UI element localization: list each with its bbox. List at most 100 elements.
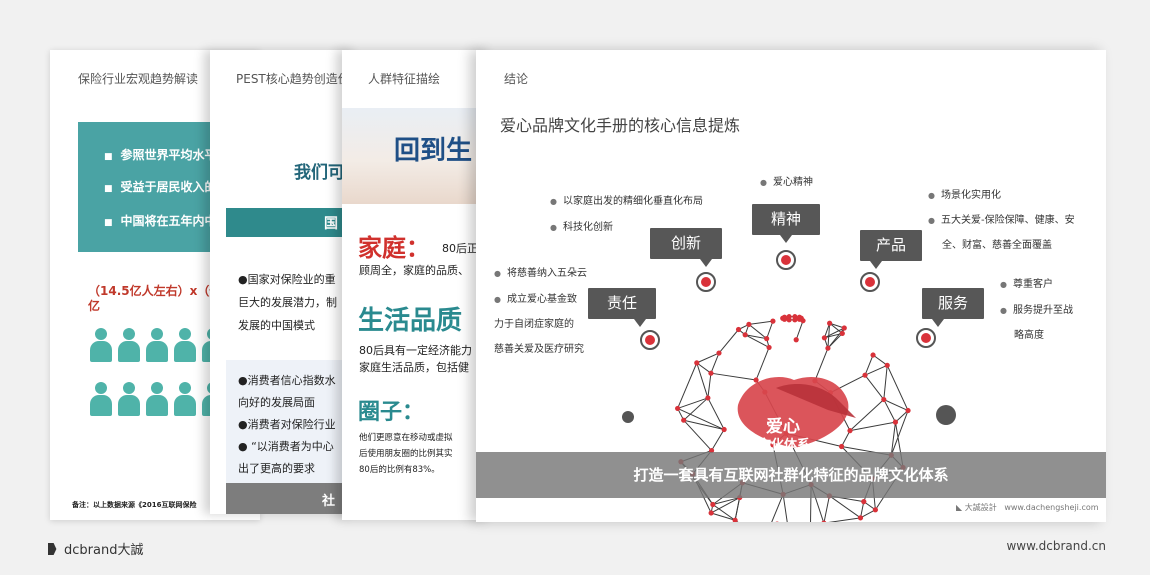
consumer-paragraph: ●消费者信心指数水 向好的发展局面 ●消费者对保险行业 ● “以消费者为中心 出… [238, 374, 336, 475]
mesh-edge [795, 320, 804, 340]
product-bullet: 场景化实用化 [928, 188, 1001, 204]
service-bullet: 服务提升至战 [1000, 303, 1073, 319]
mesh-node [841, 325, 847, 331]
keyword-innovation: 创新 [650, 228, 722, 267]
mesh-node [775, 521, 779, 522]
mesh-edge [849, 421, 896, 432]
mesh-node [786, 314, 792, 320]
mesh-edge [711, 429, 725, 451]
footer-logo-icon: ◣ [956, 503, 963, 512]
quality-heading: 生活品质 [358, 306, 463, 336]
mesh-node [675, 405, 681, 412]
bullet-item: 受益于居民收入的 [104, 178, 217, 195]
mesh-node [884, 362, 890, 368]
mesh-node [839, 330, 845, 337]
keyword-service: 服务 [922, 288, 984, 327]
keyword-spirit: 精神 [752, 204, 820, 243]
mesh-node [872, 507, 878, 513]
mesh-edge [748, 324, 767, 340]
hero-title: 回到生 [394, 136, 473, 166]
responsibility-bullet: 力于自闭症家庭的 [494, 319, 574, 330]
population-formula: （14.5亿人左右）x（保 亿 [88, 284, 222, 313]
mesh-node [793, 337, 799, 343]
mesh-edge [710, 512, 736, 521]
mesh-node [825, 345, 831, 351]
mesh-node [705, 395, 711, 401]
keyword-product: 产品 [860, 230, 922, 269]
mesh-node [792, 314, 798, 320]
mesh-node [861, 499, 867, 505]
mesh-node [862, 372, 868, 378]
mesh-edge [771, 494, 784, 522]
dcbrand-logo-icon [48, 543, 57, 555]
slide-footer: ◣ 大誠設計 www.dachengsheji.com [956, 503, 1099, 512]
footer-bar: 社 [226, 483, 358, 514]
mesh-edge [707, 397, 725, 430]
mesh-edge [707, 373, 712, 399]
service-bullet: 尊重客户 [1000, 277, 1053, 293]
keyword-responsibility: 责任 [588, 288, 656, 327]
section-bar: 国 [226, 208, 358, 237]
mesh-edge [841, 430, 851, 447]
mesh-edge [883, 399, 909, 411]
mesh-node [764, 336, 770, 342]
policy-paragraph: ●国家对保险业的重 巨大的发展潜力，制 发展的中国模式 [238, 273, 337, 332]
brand-logo: dcbrand大誠 [48, 539, 143, 558]
mesh-node [838, 443, 845, 450]
quality-text: 80后具有一定经济能力 家庭生活品质，包括健 [359, 344, 472, 374]
mesh-edge [734, 497, 741, 521]
service-bullet: 略高度 [1014, 330, 1044, 341]
bullet-item: 参照世界平均水平 [104, 146, 217, 163]
product-bullet: 五大关爱-保险保障、健康、安 [928, 213, 1075, 229]
mesh-edge [849, 399, 885, 432]
responsibility-bullet: 慈善关爱及医疗研究 [494, 344, 584, 355]
person-icon [118, 328, 140, 364]
presentation-collage: 保险行业宏观趋势解读 参照世界平均水平 受益于居民收入的 中国将在五年内中 （1… [0, 0, 1150, 575]
mesh-edge [710, 497, 740, 514]
mesh-edge [683, 419, 725, 431]
mesh-edge [696, 362, 709, 399]
slide-pest: PEST核心趋势创造价 我们可 国 ●国家对保险业的重 巨大的发展潜力，制 发展… [210, 50, 358, 514]
family-heading: 家庭： [358, 234, 430, 262]
mesh-node [821, 335, 828, 341]
slide-headline: 我们可 [294, 163, 345, 183]
source-note: 备注：以上数据来源《2016互联网保险 [72, 501, 197, 509]
responsibility-bullet: 将慈善纳入五朵云 [494, 266, 587, 282]
mesh-node [742, 332, 748, 338]
mesh-node [827, 320, 833, 326]
person-icon [174, 328, 196, 364]
mesh-node [766, 344, 772, 351]
mesh-edge [683, 419, 712, 451]
site-url: www.dcbrand.cn [1006, 539, 1106, 553]
mesh-edge [712, 504, 736, 521]
mesh-edge [864, 374, 885, 400]
mesh-node [732, 517, 738, 522]
person-icon [90, 328, 112, 364]
person-icon [174, 382, 196, 418]
slide-conclusion: 结论 爱心品牌文化手册的核心信息提炼 创新 精神 产品 责任 服务 ● 爱心精神… [476, 50, 1106, 522]
mesh-edge [883, 399, 896, 423]
mesh-edge [677, 397, 709, 409]
circle-text: 他们更愿意在移动或虚拟 后使用朋友圈的比例其实 80后的比例有83%。 [359, 433, 453, 475]
mesh-node [708, 510, 714, 516]
mesh-node [770, 318, 776, 324]
mesh-node [800, 318, 806, 324]
slide-audience: 人群特征描绘 回到生 家庭： 80后正 顾周全，家庭的品质、 生活品质 80后具… [342, 50, 492, 520]
innovation-bullet: 以家庭出发的精细化垂直化布局 [550, 194, 703, 210]
slide-header: 保险行业宏观趋势解读 [78, 72, 199, 86]
mesh-node [721, 426, 727, 433]
family-text: 顾周全，家庭的品质、 [359, 264, 469, 277]
mesh-node [746, 321, 752, 327]
person-icon [146, 328, 168, 364]
mesh-node [857, 515, 864, 521]
mesh-edge [710, 372, 757, 381]
mesh-node [716, 350, 722, 356]
mesh-edge [766, 320, 774, 339]
responsibility-bullet: 成立爱心基金致 [494, 292, 577, 308]
innovation-bullet: 科技化创新 [550, 220, 613, 236]
mesh-node [881, 396, 887, 403]
spirit-bullet: 爱心精神 [760, 175, 813, 191]
side-dot [936, 405, 956, 425]
mesh-node [847, 428, 853, 434]
mesh-node [821, 520, 827, 522]
